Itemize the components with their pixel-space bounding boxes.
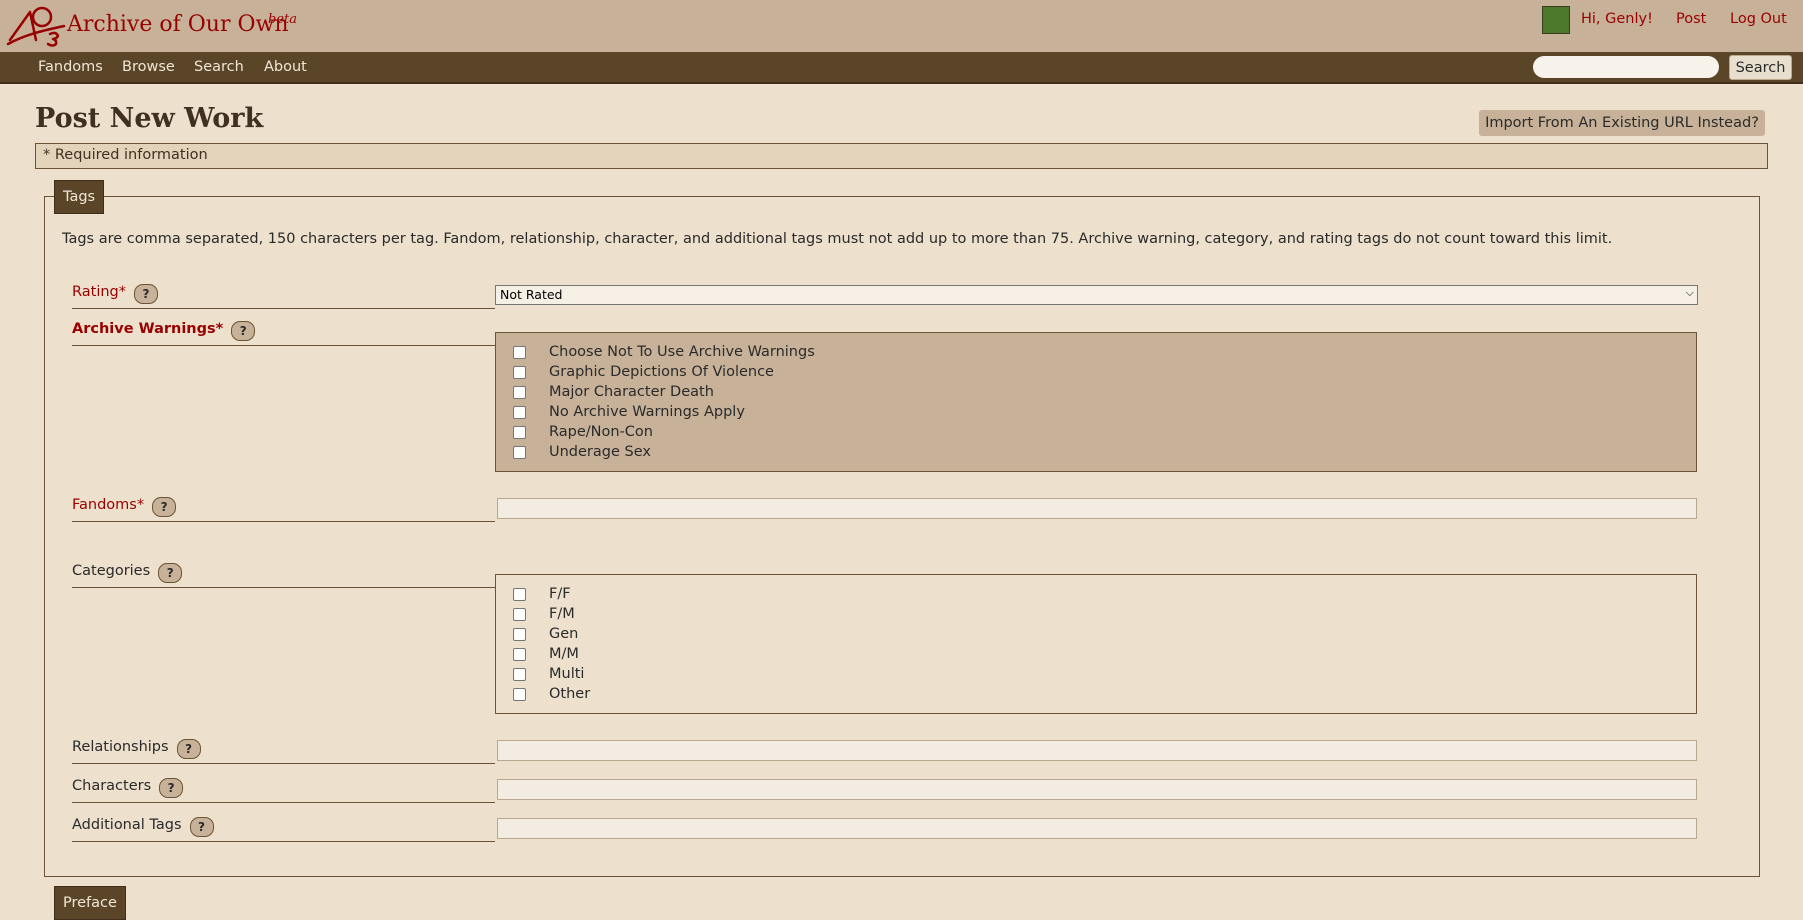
warning-option-label: Major Character Death	[549, 384, 714, 400]
warning-option-label: Choose Not To Use Archive Warnings	[549, 344, 815, 360]
logout-link[interactable]: Log Out	[1730, 11, 1787, 27]
category-option-label: F/M	[549, 606, 575, 622]
relationships-input[interactable]	[497, 740, 1697, 761]
warnings-help-icon[interactable]: ?	[231, 321, 256, 341]
warning-option-label: Graphic Depictions Of Violence	[549, 364, 774, 380]
characters-help-icon[interactable]: ?	[159, 778, 184, 798]
rating-help-icon[interactable]: ?	[134, 284, 158, 304]
import-url-button[interactable]: Import From An Existing URL Instead?	[1479, 110, 1765, 136]
nav-about[interactable]: About	[264, 59, 307, 75]
checkbox[interactable]	[513, 366, 526, 379]
checkbox[interactable]	[513, 688, 526, 701]
nav-browse[interactable]: Browse	[122, 59, 175, 75]
required-info-notice: * Required information	[35, 143, 1768, 169]
category-option-label: Multi	[549, 666, 585, 682]
rating-label: Rating*	[72, 284, 126, 300]
checkbox[interactable]	[513, 608, 526, 621]
additional-tags-label-row: Additional Tags?	[72, 817, 495, 842]
checkbox[interactable]	[513, 446, 526, 459]
category-option-label: Other	[549, 686, 591, 702]
site-search-input[interactable]	[1533, 56, 1719, 78]
chevron-down-icon: ⌵	[1685, 286, 1694, 299]
additional-tags-input[interactable]	[497, 818, 1697, 839]
warnings-label-row: Archive Warnings*?	[72, 321, 495, 346]
additional-tags-help-icon[interactable]: ?	[189, 817, 214, 837]
page-title: Post New Work	[35, 103, 264, 134]
checkbox[interactable]	[513, 648, 526, 661]
site-title-link[interactable]: Archive of Our Own	[67, 12, 289, 37]
rating-selected-value: Not Rated	[500, 287, 563, 302]
additional-tags-label: Additional Tags	[72, 817, 182, 833]
warning-option-label: Underage Sex	[549, 444, 651, 460]
relationships-label: Relationships	[72, 739, 169, 755]
nav-search[interactable]: Search	[194, 59, 244, 75]
warnings-checklist: Choose Not To Use Archive Warnings Graph…	[495, 332, 1697, 472]
categories-checklist: F/F F/M Gen M/M Multi Other	[495, 574, 1697, 714]
fandoms-help-icon[interactable]: ?	[152, 497, 177, 517]
checkbox[interactable]	[513, 668, 526, 681]
fandoms-input[interactable]	[497, 498, 1697, 519]
checkbox[interactable]	[513, 628, 526, 641]
checkbox[interactable]	[513, 406, 526, 419]
categories-label-row: Categories?	[72, 563, 495, 588]
fandoms-label-row: Fandoms*?	[72, 497, 495, 522]
rating-select[interactable]: Not Rated ⌵	[495, 285, 1698, 305]
characters-label-row: Characters?	[72, 778, 495, 803]
tags-legend: Tags	[54, 180, 105, 214]
beta-label: beta	[268, 12, 297, 27]
checkbox[interactable]	[513, 588, 526, 601]
checkbox[interactable]	[513, 426, 526, 439]
category-option-label: M/M	[549, 646, 579, 662]
site-search-button[interactable]: Search	[1729, 55, 1792, 80]
ao3-logo-icon[interactable]	[6, 4, 66, 48]
category-option-label: Gen	[549, 626, 579, 642]
user-avatar-icon[interactable]	[1542, 6, 1570, 34]
relationships-label-row: Relationships?	[72, 739, 495, 764]
categories-help-icon[interactable]: ?	[158, 563, 183, 583]
nav-fandoms[interactable]: Fandoms	[38, 59, 103, 75]
rating-label-row: Rating*?	[72, 284, 495, 309]
categories-label: Categories	[72, 563, 151, 579]
characters-input[interactable]	[497, 779, 1697, 800]
tags-description: Tags are comma separated, 150 characters…	[62, 231, 1613, 247]
required-info-text: * Required information	[43, 147, 208, 163]
category-option-label: F/F	[549, 586, 571, 602]
post-link[interactable]: Post	[1676, 11, 1706, 27]
user-greeting-link[interactable]: Hi, Genly!	[1581, 11, 1653, 27]
fandoms-label: Fandoms*	[72, 497, 145, 513]
relationships-help-icon[interactable]: ?	[176, 739, 201, 759]
warning-option-label: Rape/Non-Con	[549, 424, 653, 440]
preface-legend: Preface	[54, 886, 126, 920]
checkbox[interactable]	[513, 346, 526, 359]
warning-option-label: No Archive Warnings Apply	[549, 404, 745, 420]
characters-label: Characters	[72, 778, 152, 794]
checkbox[interactable]	[513, 386, 526, 399]
warnings-label: Archive Warnings*	[72, 321, 224, 337]
